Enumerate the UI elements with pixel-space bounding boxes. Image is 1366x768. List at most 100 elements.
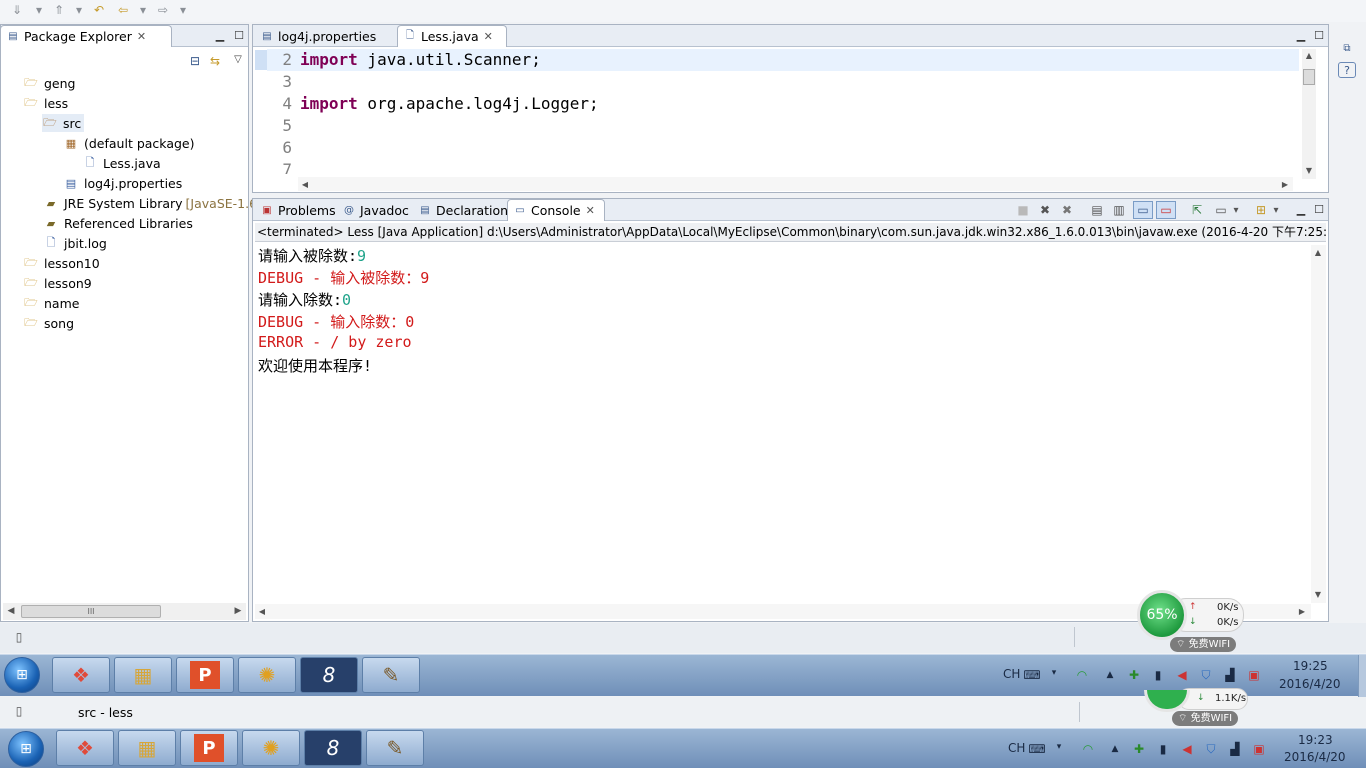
dropdown-arrow-icon[interactable]: ▾: [30, 2, 48, 18]
scroll-left-icon[interactable]: ◀: [5, 604, 17, 618]
tree-item-name[interactable]: 🗁 name: [23, 294, 79, 312]
ime-options-icon[interactable]: ▾: [1051, 739, 1067, 755]
keyboard-icon[interactable]: ⌨: [1023, 667, 1040, 683]
taskbar-app-button[interactable]: ✺: [242, 730, 300, 766]
restore-icon[interactable]: ⧉: [1340, 41, 1354, 55]
close-icon[interactable]: ✕: [484, 30, 493, 43]
clear-console-icon[interactable]: ▤: [1089, 202, 1105, 218]
maximize-icon[interactable]: ☐: [1312, 28, 1326, 42]
wifi-icon[interactable]: ◠: [1080, 741, 1096, 757]
free-wifi-label[interactable]: ⌔ 免费WIFI: [1170, 637, 1237, 652]
tree-item-lesson9[interactable]: 🗁 lesson9: [23, 274, 92, 292]
clock-time[interactable]: 19:23: [1298, 733, 1333, 747]
scroll-down-icon[interactable]: ▼: [1312, 588, 1324, 600]
scroll-left-icon[interactable]: ◀: [257, 605, 267, 618]
tab-log4j-properties[interactable]: ▤ log4j.properties: [255, 25, 382, 47]
last-edit-location-icon[interactable]: ↶: [90, 2, 108, 18]
clock-time[interactable]: 19:25: [1293, 659, 1328, 673]
scroll-down-icon[interactable]: ▼: [1303, 164, 1315, 176]
show-hidden-icons-icon[interactable]: ▲: [1102, 667, 1118, 683]
close-icon[interactable]: ✕: [586, 204, 595, 217]
input-language[interactable]: CH: [1008, 741, 1025, 755]
taskbar-paint-button[interactable]: ✎: [362, 657, 420, 693]
scroll-lock-icon[interactable]: ▥: [1111, 202, 1127, 218]
show-hidden-icons-icon[interactable]: ▲: [1107, 741, 1123, 757]
show-on-stderr-icon[interactable]: ▭: [1156, 201, 1176, 219]
ime-options-icon[interactable]: ▾: [1046, 665, 1062, 681]
scroll-left-icon[interactable]: ◀: [300, 178, 310, 190]
dropdown-arrow-icon[interactable]: ▾: [1231, 202, 1241, 218]
tab-less-java[interactable]: 🗋 Less.java ✕: [397, 25, 507, 47]
maximize-icon[interactable]: ☐: [232, 28, 246, 42]
keyboard-icon[interactable]: ⌨: [1028, 741, 1045, 757]
scrollbar-thumb[interactable]: III: [21, 605, 161, 618]
tab-javadoc[interactable]: @ Javadoc: [337, 199, 415, 221]
tree-item-default-package[interactable]: ▦ (default package): [63, 134, 195, 152]
taskbar-app-button[interactable]: 8: [300, 657, 358, 693]
forward-icon[interactable]: ⇨: [154, 2, 172, 18]
tab-declaration[interactable]: ▤ Declaration: [413, 199, 514, 221]
signal-icon[interactable]: ▟: [1227, 741, 1243, 757]
display-selected-console-icon[interactable]: ▭: [1213, 202, 1229, 218]
back-icon[interactable]: ⇦: [114, 2, 132, 18]
terminate-icon[interactable]: ■: [1016, 203, 1030, 217]
tree-item-referenced-libraries[interactable]: ▰ Referenced Libraries: [43, 214, 193, 232]
maximize-icon[interactable]: ☐: [1312, 202, 1326, 216]
volume-muted-icon[interactable]: ◀: [1179, 741, 1195, 757]
dropdown-arrow-icon[interactable]: ▾: [70, 2, 88, 18]
clock-date[interactable]: 2016/4/20: [1284, 750, 1346, 764]
dropdown-arrow-icon[interactable]: ▾: [174, 2, 192, 18]
tree-item-geng[interactable]: 🗁 geng: [23, 74, 75, 92]
tree-item-log4j-properties[interactable]: ▤ log4j.properties: [63, 174, 182, 192]
usb-device-icon[interactable]: ▮: [1150, 667, 1166, 683]
start-button[interactable]: ⊞: [4, 657, 40, 693]
scroll-right-icon[interactable]: ▶: [1280, 178, 1290, 190]
tree-item-lesson10[interactable]: 🗁 lesson10: [23, 254, 100, 272]
open-console-icon[interactable]: ⊞: [1253, 202, 1269, 218]
scroll-up-icon[interactable]: ▲: [1303, 50, 1315, 60]
pin-console-icon[interactable]: ⇱: [1189, 202, 1205, 218]
tree-item-jbit-log[interactable]: 🗋 jbit.log: [43, 234, 107, 252]
clock-date[interactable]: 2016/4/20: [1279, 677, 1341, 691]
taskbar-app-button[interactable]: 8: [304, 730, 362, 766]
help-icon[interactable]: ?: [1338, 62, 1356, 78]
wifi-icon[interactable]: ◠: [1074, 667, 1090, 683]
taskbar-app-button[interactable]: ❖: [56, 730, 114, 766]
console-vertical-scrollbar[interactable]: ▲ ▼: [1311, 245, 1326, 603]
view-menu-icon[interactable]: ▽: [231, 51, 245, 67]
taskbar-app-button[interactable]: P: [176, 657, 234, 693]
tree-item-song[interactable]: 🗁 song: [23, 314, 74, 332]
taskbar-app-button[interactable]: P: [180, 730, 238, 766]
fast-view-icon[interactable]: ▯: [10, 703, 28, 719]
taskbar-app-button[interactable]: ✺: [238, 657, 296, 693]
taskbar-explorer-button[interactable]: ▦: [118, 730, 176, 766]
show-on-stdout-icon[interactable]: ▭: [1133, 201, 1153, 219]
start-button[interactable]: ⊞: [8, 731, 44, 767]
next-annotation-icon[interactable]: ⇓: [8, 2, 26, 18]
scroll-right-icon[interactable]: ▶: [1297, 605, 1307, 618]
editor-horizontal-scrollbar[interactable]: ◀ ▶: [298, 177, 1293, 191]
code-line[interactable]: import org.apache.log4j.Logger;: [300, 94, 599, 113]
horizontal-scrollbar[interactable]: ◀ III ▶: [3, 603, 246, 620]
memory-usage-ball[interactable]: 65%: [1137, 590, 1187, 640]
shield-icon[interactable]: ⛉: [1198, 667, 1214, 683]
tab-problems[interactable]: ▣ Problems: [255, 199, 342, 221]
tree-item-jre-system-library[interactable]: ▰ JRE System Library [JavaSE-1.6]: [43, 194, 262, 212]
fast-view-icon[interactable]: ▯: [10, 629, 28, 645]
minimize-icon[interactable]: ▁: [1294, 202, 1308, 216]
security-app-icon[interactable]: ✚: [1126, 667, 1142, 683]
collapse-all-icon[interactable]: ⊟: [187, 53, 203, 69]
shield-icon[interactable]: ⛉: [1203, 741, 1219, 757]
code-line[interactable]: import java.util.Scanner;: [300, 50, 541, 69]
remove-launch-icon[interactable]: ✖: [1037, 202, 1053, 218]
tree-item-less[interactable]: 🗁 less: [23, 94, 68, 112]
taskbar-explorer-button[interactable]: ▦: [114, 657, 172, 693]
scroll-right-icon[interactable]: ▶: [232, 604, 244, 618]
free-wifi-label[interactable]: ⌔ 免费WIFI: [1172, 711, 1239, 726]
previous-annotation-icon[interactable]: ⇑: [50, 2, 68, 18]
input-language[interactable]: CH: [1003, 667, 1020, 681]
minimize-icon[interactable]: ▁: [213, 28, 227, 42]
tree-item-less-java[interactable]: 🗋 Less.java: [82, 154, 161, 172]
usb-device-icon[interactable]: ▮: [1155, 741, 1171, 757]
network-disconnected-icon[interactable]: ▣: [1246, 667, 1262, 683]
